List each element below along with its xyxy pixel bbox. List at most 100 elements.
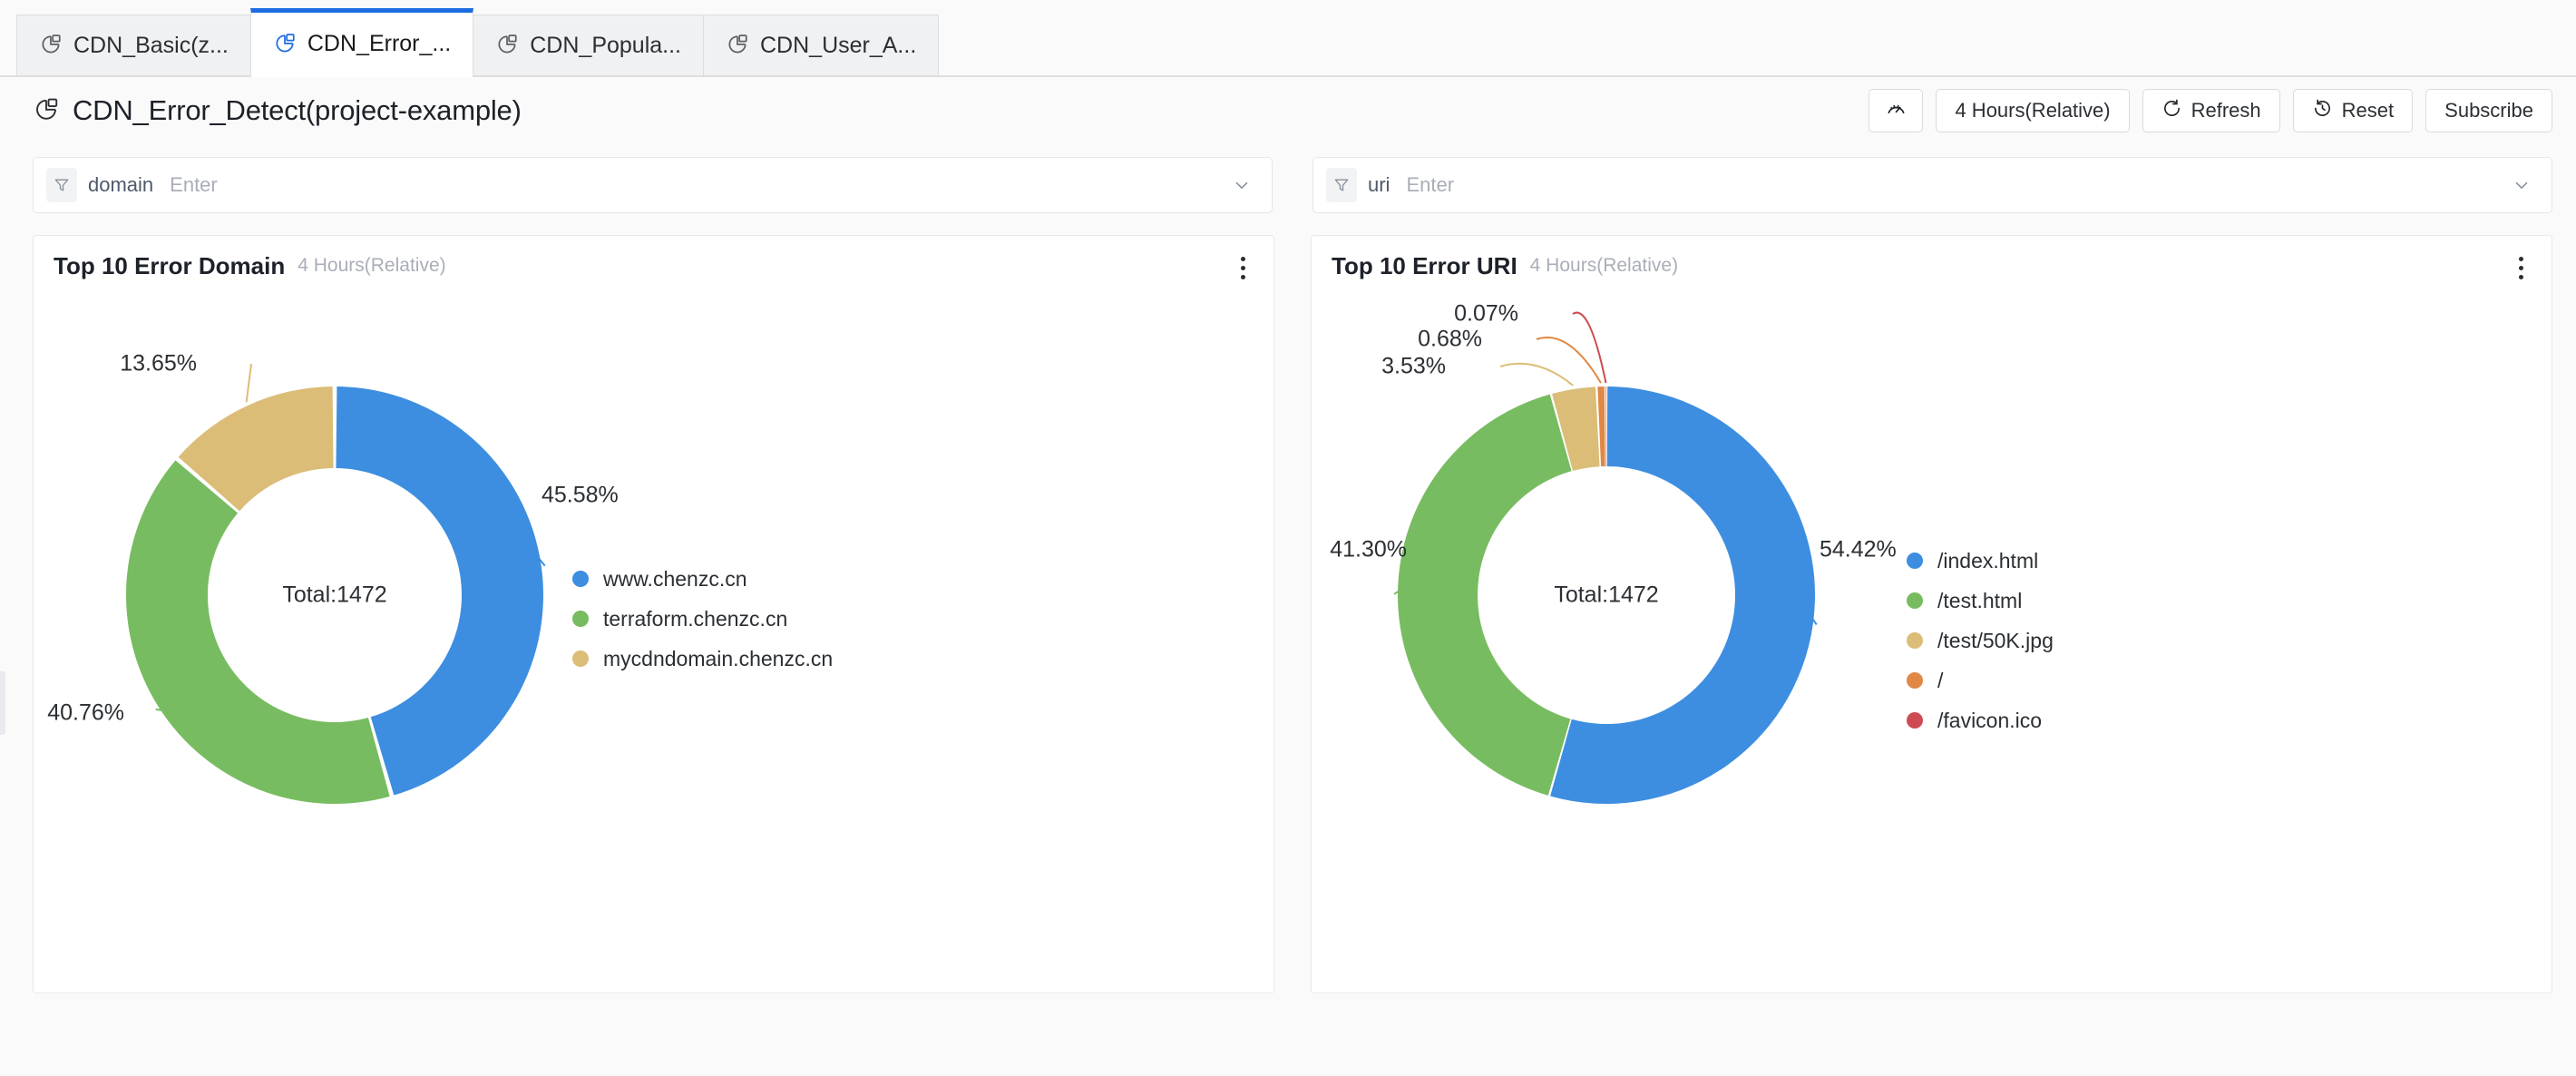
leader-line (1572, 311, 1607, 384)
legend-label: /test.html (1937, 588, 2023, 612)
card-title: Top 10 Error URI (1332, 251, 1517, 279)
chart-total-label: Total:1472 (1554, 582, 1659, 608)
donut-slice[interactable] (1605, 386, 1606, 467)
donut-slice[interactable] (125, 460, 390, 804)
page-title: CDN_Error_Detect(project-example) (73, 94, 522, 126)
legend-color-dot (1907, 712, 1923, 729)
slice-percent-label: 13.65% (120, 350, 197, 377)
legend-color-dot (1907, 672, 1923, 689)
legend-item[interactable]: /index.html (1907, 541, 2054, 581)
refresh-icon (2161, 98, 2182, 124)
chart-total-label: Total:1472 (282, 582, 387, 608)
tab-label: CDN_Error_... (307, 31, 452, 56)
legend-item[interactable]: /favicon.ico (1907, 700, 2054, 740)
legend-color-dot (1907, 553, 1923, 569)
tab-bar: CDN_Basic(z... CDN_Error_... CDN_Popula.… (0, 0, 2576, 77)
card-menu-icon[interactable] (1230, 252, 1255, 283)
legend-color-dot (572, 571, 589, 587)
edge-scroll-handle[interactable] (0, 671, 5, 735)
legend-label: /favicon.ico (1937, 708, 2043, 732)
leader-line (1536, 337, 1602, 384)
refresh-label: Refresh (2191, 99, 2261, 122)
slice-percent-label: 40.76% (47, 699, 124, 726)
tab-cdn-popular[interactable]: CDN_Popula... (473, 15, 704, 75)
dashboard-icon (495, 34, 519, 57)
card-body: Total:1472 /index.html/test.html/test/50… (1312, 287, 2552, 993)
legend-item[interactable]: /test/50K.jpg (1907, 621, 2054, 660)
subscribe-button[interactable]: Subscribe (2425, 89, 2552, 132)
slice-percent-label: 0.68% (1418, 326, 1482, 352)
reset-button[interactable]: Reset (2292, 89, 2414, 132)
gauge-icon (1886, 98, 1907, 124)
page-header: CDN_Error_Detect(project-example) 4 Hour… (0, 77, 2576, 144)
legend-item[interactable]: / (1907, 660, 2054, 700)
legend-color-dot (572, 650, 589, 667)
uri-input[interactable]: Enter (1406, 173, 2512, 197)
reset-label: Reset (2341, 99, 2395, 122)
history-reset-icon (2312, 98, 2333, 124)
leader-line (245, 363, 252, 403)
tab-cdn-user-access[interactable]: CDN_User_A... (703, 15, 940, 75)
tab-label: CDN_Basic(z... (73, 32, 229, 58)
legend-item[interactable]: www.chenzc.cn (572, 559, 833, 599)
donut-svg (1393, 311, 1818, 805)
donut-slice[interactable] (1398, 394, 1572, 796)
card-header: Top 10 Error URI 4 Hours(Relative) (1312, 236, 2552, 287)
time-range-button[interactable]: 4 Hours(Relative) (1936, 89, 2130, 132)
legend-label: / (1937, 668, 1944, 692)
legend-item[interactable]: terraform.chenzc.cn (572, 599, 833, 639)
dashboard-icon (726, 34, 749, 57)
refresh-button[interactable]: Refresh (2142, 89, 2280, 132)
chevron-down-icon[interactable] (2512, 175, 2532, 195)
tab-cdn-basic[interactable]: CDN_Basic(z... (16, 15, 251, 75)
subscribe-label: Subscribe (2444, 99, 2533, 122)
slice-percent-label: 41.30% (1330, 536, 1407, 562)
filter-icon (46, 168, 77, 202)
card-top-error-domain: Top 10 Error Domain 4 Hours(Relative) To… (33, 235, 1274, 993)
leader-line (1499, 362, 1574, 386)
card-subtitle: 4 Hours(Relative) (298, 255, 446, 276)
legend-color-dot (572, 611, 589, 627)
card-menu-icon[interactable] (2508, 252, 2533, 283)
legend-label: /test/50K.jpg (1937, 628, 2054, 652)
slice-percent-label: 45.58% (542, 482, 619, 508)
filter-key-label: uri (1368, 173, 1390, 196)
time-range-label: 4 Hours(Relative) (1955, 99, 2111, 122)
legend-label: terraform.chenzc.cn (603, 606, 788, 631)
legend-color-dot (1907, 592, 1923, 609)
card-title: Top 10 Error Domain (54, 251, 286, 279)
card-subtitle: 4 Hours(Relative) (1529, 255, 1679, 276)
filter-row: domain Enter uri Enter (0, 144, 2576, 213)
tab-label: CDN_Popula... (530, 32, 681, 58)
tab-cdn-error[interactable]: CDN_Error_... (249, 8, 474, 77)
legend-label: www.chenzc.cn (603, 566, 747, 591)
filter-domain[interactable]: domain Enter (33, 157, 1273, 213)
slice-percent-label: 3.53% (1381, 353, 1446, 379)
card-row: Top 10 Error Domain 4 Hours(Relative) To… (0, 213, 2576, 993)
legend-label: /index.html (1937, 548, 2039, 572)
gauge-button[interactable] (1869, 89, 1924, 132)
chart-legend: /index.html/test.html/test/50K.jpg / /favi… (1907, 541, 2054, 740)
filter-icon (1326, 168, 1357, 202)
dashboard-icon (39, 34, 63, 57)
chevron-down-icon[interactable] (1232, 175, 1252, 195)
legend-color-dot (1907, 632, 1923, 649)
dashboard-icon (273, 33, 297, 56)
card-body: Total:1472 www.chenzc.cn terraform.chenzc… (34, 287, 1273, 993)
donut-chart-uri[interactable]: Total:1472 /index.html/test.html/test/50… (1312, 287, 2552, 993)
page-title-group: CDN_Error_Detect(project-example) (33, 94, 522, 127)
legend-label: mycdndomain.chenzc.cn (603, 646, 834, 670)
legend-item[interactable]: mycdndomain.chenzc.cn (572, 639, 833, 679)
filter-uri[interactable]: uri Enter (1312, 157, 2552, 213)
filter-key-label: domain (88, 173, 154, 196)
card-header: Top 10 Error Domain 4 Hours(Relative) (34, 236, 1273, 287)
chart-legend: www.chenzc.cn terraform.chenzc.cn mycdndom… (572, 559, 833, 679)
domain-input[interactable]: Enter (170, 173, 1232, 197)
tab-label: CDN_User_A... (760, 32, 917, 58)
slice-percent-label: 54.42% (1820, 536, 1897, 562)
donut-chart-domain[interactable]: Total:1472 www.chenzc.cn terraform.chenzc… (34, 287, 1273, 993)
legend-item[interactable]: /test.html (1907, 581, 2054, 621)
dashboard-icon (33, 97, 60, 124)
header-actions: 4 Hours(Relative) Refresh Reset Subscrib… (1869, 89, 2552, 132)
card-top-error-uri: Top 10 Error URI 4 Hours(Relative) Total… (1311, 235, 2552, 993)
